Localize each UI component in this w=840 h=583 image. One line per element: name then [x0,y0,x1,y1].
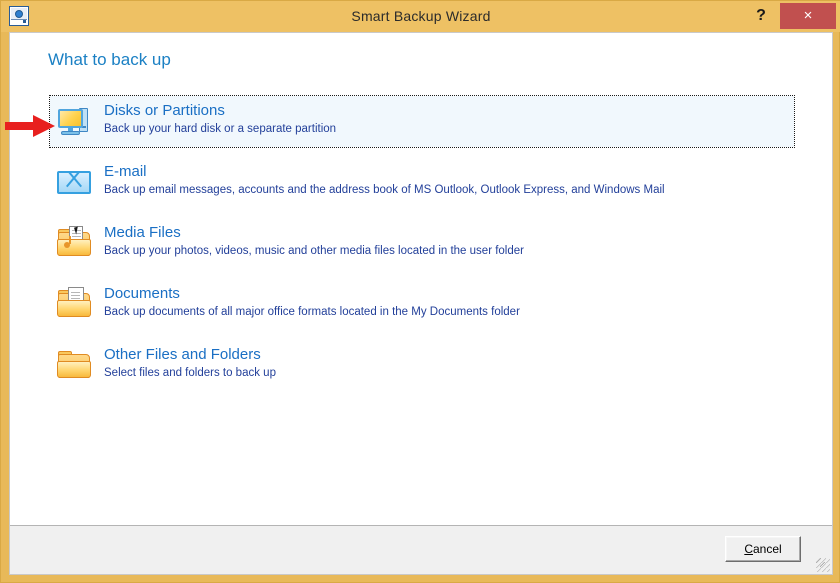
option-text: Documents Back up documents of all major… [104,285,520,319]
wizard-window: Smart Backup Wizard ? × What to back up … [0,0,840,583]
option-text: Disks or Partitions Back up your hard di… [104,102,336,136]
option-text: Media Files Back up your photos, videos,… [104,224,524,258]
option-email[interactable]: E-mail Back up email messages, accounts … [50,157,794,208]
help-button[interactable]: ? [748,3,774,29]
option-description: Back up documents of all major office fo… [104,306,520,318]
client-area: What to back up Disks or Partitions Back… [9,32,833,575]
media-folder-icon [56,226,94,262]
option-description: Back up email messages, accounts and the… [104,184,665,196]
backup-source-list: Disks or Partitions Back up your hard di… [49,95,795,401]
footer-bar: Cancel [10,525,832,574]
content-panel: What to back up Disks or Partitions Back… [10,33,832,525]
option-title: Other Files and Folders [104,346,261,363]
option-description: Back up your hard disk or a separate par… [104,123,337,135]
folder-icon [56,348,94,384]
option-description: Back up your photos, videos, music and o… [104,245,524,257]
cancel-label-rest: ancel [752,542,782,556]
option-text: Other Files and Folders Select files and… [104,346,276,380]
option-documents[interactable]: Documents Back up documents of all major… [50,279,794,330]
title-bar[interactable]: Smart Backup Wizard ? × [1,1,840,32]
close-button[interactable]: × [780,3,836,29]
documents-folder-icon [56,287,94,323]
cancel-button[interactable]: Cancel [725,536,801,562]
option-title: E-mail [104,163,147,180]
option-other-files-and-folders[interactable]: Other Files and Folders Select files and… [50,340,794,391]
window-title: Smart Backup Wizard [351,8,491,24]
option-title: Disks or Partitions [104,102,225,119]
option-disks-or-partitions[interactable]: Disks or Partitions Back up your hard di… [49,95,795,148]
option-title: Documents [104,285,180,302]
option-media-files[interactable]: Media Files Back up your photos, videos,… [50,218,794,269]
option-description: Select files and folders to back up [104,367,276,379]
monitor-icon [56,104,94,140]
option-title: Media Files [104,224,181,241]
resize-grip[interactable] [816,558,830,572]
option-text: E-mail Back up email messages, accounts … [104,163,665,197]
page-title: What to back up [48,50,171,69]
cancel-accelerator: C [744,542,753,556]
envelope-icon [56,165,94,201]
